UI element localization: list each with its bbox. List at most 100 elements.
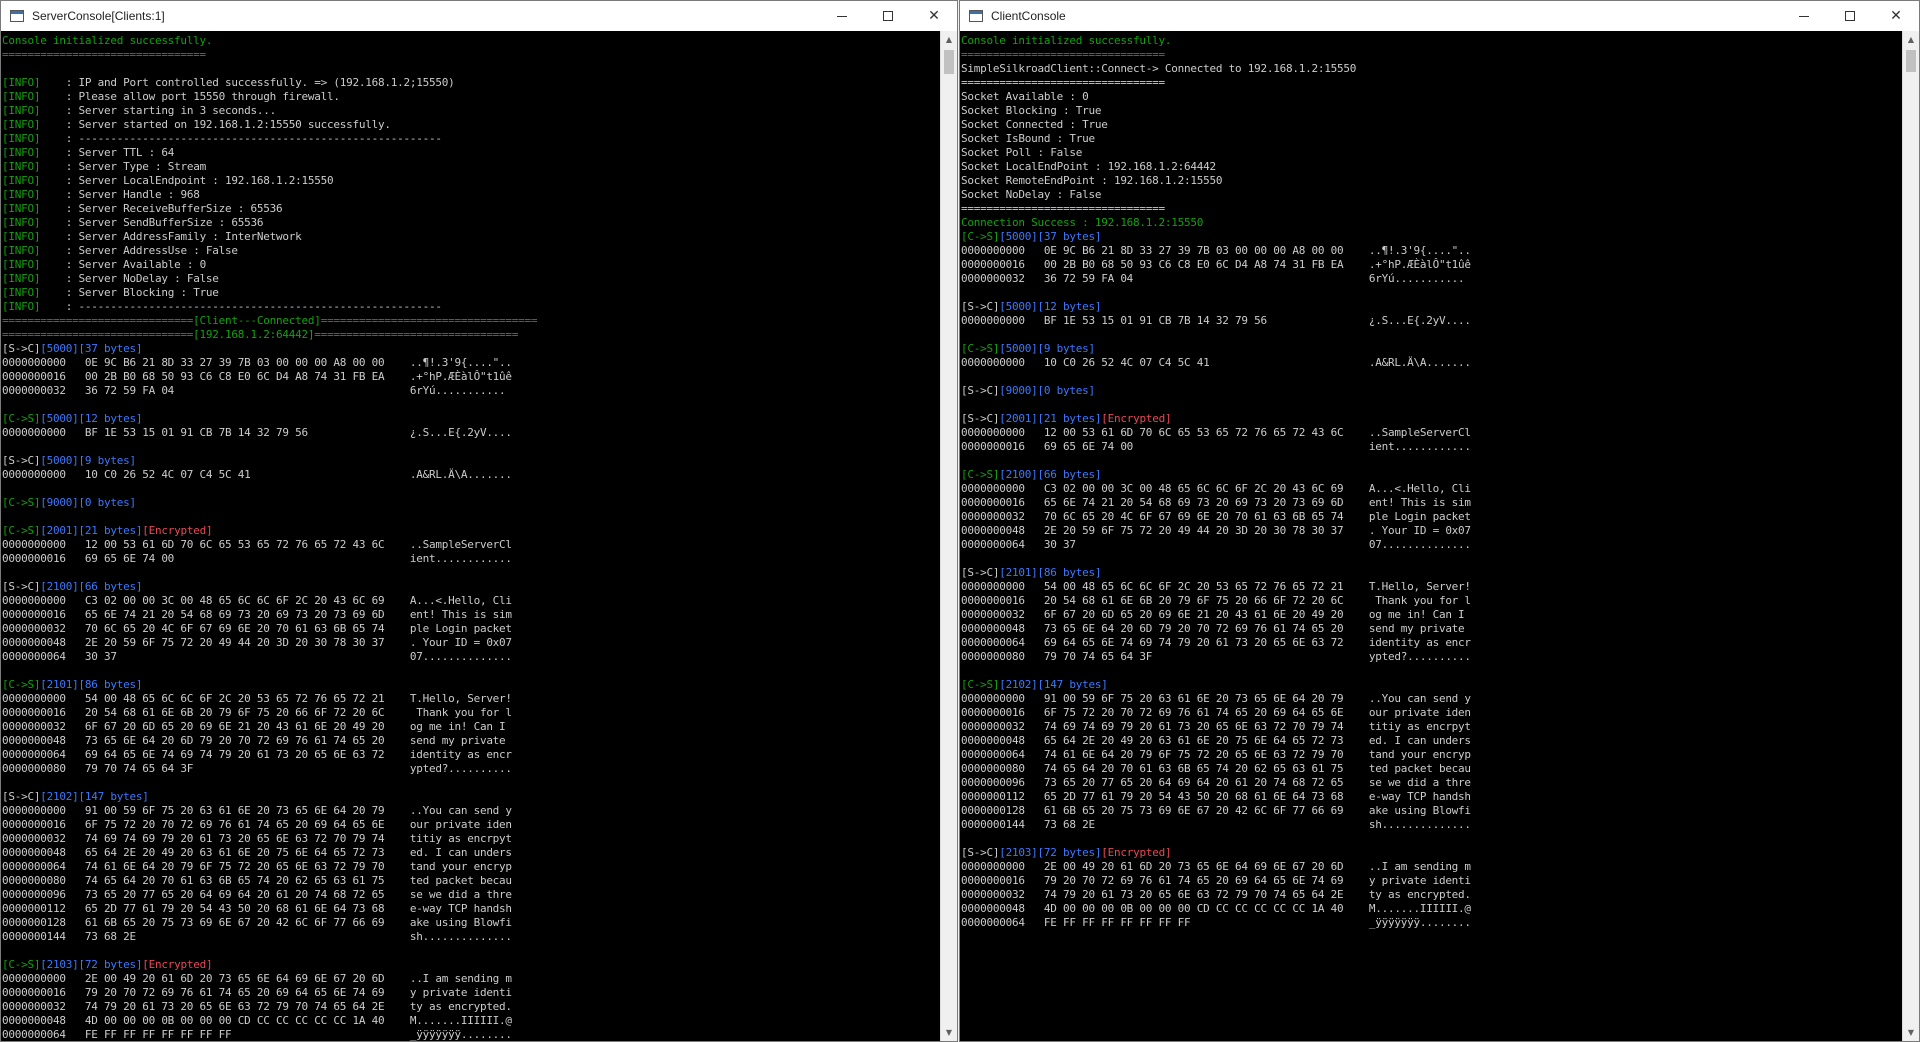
console-line: 0000000048 2E 20 59 6F 75 72 20 49 44 20…: [961, 524, 1902, 538]
console-line: [S->C][2102][147 bytes]: [2, 790, 940, 804]
console-line: ==============================[192.168.1…: [2, 328, 940, 342]
client-scrollbar[interactable]: ▲ ▼: [1902, 31, 1919, 1041]
console-segment: Console initialized successfully.: [961, 34, 1172, 47]
console-line: 0000000128 61 6B 65 20 75 73 69 6E 67 20…: [961, 804, 1902, 818]
console-line: [INFO] : Server TTL : 64: [2, 146, 940, 160]
console-line: 0000000048 73 65 6E 64 20 6D 79 20 70 72…: [961, 622, 1902, 636]
console-line: 0000000000 91 00 59 6F 75 20 63 61 6E 20…: [961, 692, 1902, 706]
minimize-button[interactable]: [1781, 1, 1827, 31]
console-segment: [INFO]: [2, 202, 41, 215]
console-segment: 0000000048 65 64 2E 20 49 20 63 61 6E 20…: [2, 846, 512, 859]
scroll-down-arrow-icon[interactable]: ▼: [941, 1024, 957, 1041]
server-titlebar[interactable]: ServerConsole[Clients:1] ✕: [1, 1, 957, 31]
close-button[interactable]: ✕: [911, 1, 957, 31]
console-segment: 0000000000 91 00 59 6F 75 20 63 61 6E 20…: [961, 692, 1471, 705]
console-segment: [Encrypted]: [1101, 846, 1172, 859]
console-line: 0000000000 10 C0 26 52 4C 07 C4 5C 41 .A…: [2, 468, 940, 482]
console-segment: 0000000016 6F 75 72 20 70 72 69 76 61 74…: [961, 706, 1471, 719]
console-line: 0000000064 30 37 07..............: [961, 538, 1902, 552]
scrollbar-thumb[interactable]: [1906, 50, 1916, 72]
maximize-button[interactable]: [1827, 1, 1873, 31]
console-line: [S->C][5000][37 bytes]: [2, 342, 940, 356]
console-segment: 0000000144 73 68 2E sh..............: [2, 930, 512, 943]
console-segment: [INFO]: [2, 90, 41, 103]
console-app-icon: [969, 10, 983, 22]
console-line: 0000000048 73 65 6E 64 20 6D 79 20 70 72…: [2, 734, 940, 748]
console-line: 0000000032 74 69 74 69 79 20 61 73 20 65…: [2, 832, 940, 846]
console-line: 0000000064 FE FF FF FF FF FF FF FF _ÿÿÿÿ…: [961, 916, 1902, 930]
close-button[interactable]: ✕: [1873, 1, 1919, 31]
console-segment: : Server started on 192.168.1.2:15550 su…: [40, 118, 391, 131]
console-segment: ================================: [961, 76, 1165, 89]
console-line: 0000000032 36 72 59 FA 04 6rYú..........…: [2, 384, 940, 398]
console-line: 0000000032 6F 67 20 6D 65 20 69 6E 21 20…: [961, 608, 1902, 622]
console-segment: [5000][12 bytes]: [40, 412, 143, 425]
console-segment: : Server Type : Stream: [40, 160, 206, 173]
console-segment: [S->C]: [961, 846, 1000, 859]
server-scrollbar[interactable]: ▲ ▼: [940, 31, 957, 1041]
maximize-button[interactable]: [865, 1, 911, 31]
console-segment: 0000000016 6F 75 72 20 70 72 69 76 61 74…: [2, 818, 512, 831]
console-segment: 0000000000 0E 9C B6 21 8D 33 27 39 7B 03…: [961, 244, 1471, 257]
console-line: [INFO] : Server ReceiveBufferSize : 6553…: [2, 202, 940, 216]
console-line: [C->S][5000][9 bytes]: [961, 342, 1902, 356]
console-line: 0000000000 C3 02 00 00 3C 00 48 65 6C 6C…: [961, 482, 1902, 496]
console-segment: [C->S]: [2, 496, 41, 509]
console-line: 0000000032 74 79 20 61 73 20 65 6E 63 72…: [2, 1000, 940, 1014]
console-segment: 0000000032 6F 67 20 6D 65 20 69 6E 21 20…: [2, 720, 512, 733]
console-line: Connection Success : 192.168.1.2:15550: [961, 216, 1902, 230]
minimize-button[interactable]: [819, 1, 865, 31]
console-segment: [INFO]: [2, 104, 41, 117]
console-line: 0000000032 6F 67 20 6D 65 20 69 6E 21 20…: [2, 720, 940, 734]
console-segment: 0000000048 4D 00 00 00 0B 00 00 00 CD CC…: [2, 1014, 512, 1027]
console-line: 0000000080 79 70 74 65 64 3F ypted?.....…: [961, 650, 1902, 664]
console-segment: 0000000000 10 C0 26 52 4C 07 C4 5C 41 .A…: [2, 468, 512, 481]
scroll-up-arrow-icon[interactable]: ▲: [1903, 31, 1919, 48]
console-segment: 0000000000 C3 02 00 00 3C 00 48 65 6C 6C…: [2, 594, 512, 607]
scrollbar-thumb[interactable]: [944, 50, 954, 74]
console-line: Socket Connected : True: [961, 118, 1902, 132]
console-segment: 0000000016 65 6E 74 21 20 54 68 69 73 20…: [2, 608, 512, 621]
console-segment: : Server Available : 0: [40, 258, 206, 271]
console-segment: 0000000032 74 69 74 69 79 20 61 73 20 65…: [2, 832, 512, 845]
console-segment: : Server AddressUse : False: [40, 244, 238, 257]
console-segment: 0000000032 74 79 20 61 73 20 65 6E 63 72…: [961, 888, 1471, 901]
client-console-output[interactable]: Console initialized successfully. =======…: [960, 31, 1902, 1041]
console-segment: [S->C]: [961, 566, 1000, 579]
server-console-output[interactable]: Console initialized successfully. =======…: [1, 31, 940, 1041]
console-line: [S->C][2100][66 bytes]: [2, 580, 940, 594]
console-segment: [Encrypted]: [142, 524, 213, 537]
scroll-up-arrow-icon[interactable]: ▲: [941, 31, 957, 48]
console-line: 0000000064 FE FF FF FF FF FF FF FF _ÿÿÿÿ…: [2, 1028, 940, 1041]
console-segment: [9000][0 bytes]: [40, 496, 136, 509]
console-segment: 0000000048 2E 20 59 6F 75 72 20 49 44 20…: [961, 524, 1471, 537]
console-line: ================================: [961, 76, 1902, 90]
console-segment: Socket LocalEndPoint : 192.168.1.2:64442: [961, 160, 1216, 173]
console-segment: [5000][9 bytes]: [40, 454, 136, 467]
console-segment: [INFO]: [2, 132, 41, 145]
console-segment: : --------------------------------------…: [40, 132, 442, 145]
console-segment: [INFO]: [2, 76, 41, 89]
console-segment: [C->S]: [961, 230, 1000, 243]
console-segment: 0000000000 2E 00 49 20 61 6D 20 73 65 6E…: [961, 860, 1471, 873]
console-segment: 0000000000 54 00 48 65 6C 6C 6F 2C 20 53…: [961, 580, 1471, 593]
console-segment: 0000000000 2E 00 49 20 61 6D 20 73 65 6E…: [2, 972, 512, 985]
console-line: 0000000080 74 65 64 20 70 61 63 6B 65 74…: [961, 762, 1902, 776]
console-segment: 0000000016 69 65 6E 74 00 ient..........…: [961, 440, 1471, 453]
scroll-down-arrow-icon[interactable]: ▼: [1903, 1024, 1919, 1041]
console-line: [INFO] : Server SendBufferSize : 65536: [2, 216, 940, 230]
console-segment: : Server Blocking : True: [40, 286, 219, 299]
console-segment: [2001][21 bytes]: [40, 524, 143, 537]
console-segment: Socket NoDelay : False: [961, 188, 1102, 201]
console-segment: [2102][147 bytes]: [40, 790, 149, 803]
console-segment: 0000000000 10 C0 26 52 4C 07 C4 5C 41 .A…: [961, 356, 1471, 369]
console-segment: 0000000064 30 37 07..............: [2, 650, 512, 663]
console-line: [INFO] : Server Type : Stream: [2, 160, 940, 174]
client-titlebar[interactable]: ClientConsole ✕: [960, 1, 1919, 31]
